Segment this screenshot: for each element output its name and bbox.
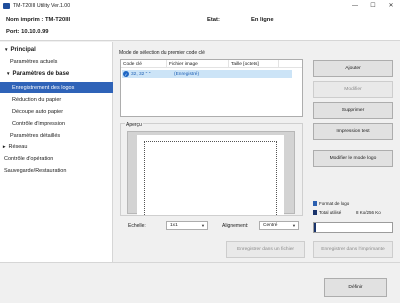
maximize-button[interactable]: ☐ — [364, 0, 382, 11]
change-logo-mode-button[interactable]: Modifier le mode logo — [313, 150, 393, 167]
preview-label: Aperçu — [125, 122, 143, 128]
delete-button[interactable]: Supprimer — [313, 102, 393, 119]
capacity-bar — [313, 222, 393, 233]
nav-label: Enregistrement des logos — [12, 84, 75, 91]
nav-reseau[interactable]: ► Réseau — [0, 141, 113, 152]
logo-list[interactable]: Code clé Fichier image Taille [octets] ✓… — [120, 59, 303, 117]
add-button[interactable]: Ajouter — [313, 60, 393, 77]
alignment-label: Alignement: — [222, 223, 249, 229]
alignment-select[interactable]: Centré ▼ — [259, 221, 299, 230]
total-used-legend: Total utilisé 8 Ko/256 Ko — [313, 209, 381, 215]
total-value: 8 Ko/256 Ko — [356, 209, 381, 215]
nav-label: Paramètres détaillés — [10, 132, 61, 139]
chevron-down-icon: ▼ — [292, 223, 296, 228]
window-title: TM-T20III Utility Ver.1.00 — [13, 2, 71, 9]
alignment-value: Centré — [263, 223, 278, 228]
nav-label: Paramètres de base — [12, 70, 70, 77]
nav-label: Sauvegarde/Restauration — [4, 167, 67, 174]
nav-parametres-actuels[interactable]: Paramètres actuels — [0, 56, 113, 67]
nav-label: Principal — [10, 46, 36, 53]
nav-label: Découpe auto papier — [12, 108, 64, 115]
printer-info-bar: Nom imprim : TM-T20III Port: 10.10.0.99 … — [0, 11, 400, 41]
sidebar-nav: ▼ Principal Paramètres actuels ▼ Paramèt… — [0, 42, 113, 262]
key-code-mode-label: Mode de sélection du premier code clé — [119, 50, 205, 56]
scale-select[interactable]: 1x1 ▼ — [166, 221, 208, 230]
nav-parametres-detailles[interactable]: Paramètres détaillés — [0, 130, 113, 141]
chevron-down-icon: ▼ — [201, 223, 205, 228]
total-swatch — [313, 209, 317, 215]
save-to-file-button[interactable]: Enregistrer dans un fichier — [226, 241, 305, 258]
printer-name: Nom imprim : TM-T20III — [6, 17, 71, 23]
collapse-arrow-icon[interactable]: ▼ — [4, 47, 8, 52]
save-to-printer-button[interactable]: Enregistrer dans l'imprimante — [313, 241, 393, 258]
window-controls: — ☐ ✕ — [346, 0, 400, 11]
column-header-code[interactable]: Code clé — [121, 60, 167, 68]
row-key-code: 32, 32 " " — [131, 71, 151, 77]
modify-button[interactable]: Modifier — [313, 81, 393, 98]
status-label: Etat: — [207, 17, 220, 23]
print-test-button[interactable]: Impression test — [313, 123, 393, 140]
title-bar: TM-T20III Utility Ver.1.00 — ☐ ✕ — [0, 0, 400, 11]
nav-label: Réduction du papier — [12, 96, 62, 103]
nav-controle-impression[interactable]: Contrôle d'impression — [0, 118, 113, 129]
printer-port: Port: 10.10.0.99 — [6, 29, 49, 35]
capacity-fill — [314, 223, 317, 232]
define-button[interactable]: Définir — [324, 278, 387, 297]
format-label: Format de logo — [319, 200, 350, 206]
scale-label: Echelle: — [128, 223, 146, 229]
nav-reduction-papier[interactable]: Réduction du papier — [0, 94, 113, 105]
collapse-arrow-icon[interactable]: ▼ — [6, 71, 10, 76]
logo-format-legend: Format de logo — [313, 200, 349, 206]
format-swatch — [313, 200, 317, 206]
nav-label: Réseau — [8, 143, 28, 150]
scale-value: 1x1 — [170, 223, 178, 228]
row-image-file: (Enregistré) — [174, 71, 200, 77]
checkmark-icon: ✓ — [123, 71, 129, 77]
nav-controle-operation[interactable]: Contrôle d'opération — [0, 153, 113, 164]
logo-list-header: Code clé Fichier image Taille [octets] — [121, 60, 302, 68]
printer-app-icon — [3, 2, 10, 9]
total-label: Total utilisé — [319, 209, 342, 215]
nav-label: Contrôle d'opération — [4, 155, 54, 162]
logo-list-row[interactable]: ✓ 32, 32 " " (Enregistré) — [122, 70, 292, 78]
nav-enregistrement-logos[interactable]: Enregistrement des logos — [0, 82, 113, 93]
logo-print-area — [144, 141, 277, 215]
status-value: En ligne — [251, 17, 274, 23]
minimize-button[interactable]: — — [346, 0, 364, 11]
expand-arrow-icon[interactable]: ► — [2, 144, 6, 149]
nav-label: Paramètres actuels — [10, 58, 58, 65]
column-header-file[interactable]: Fichier image — [167, 60, 229, 68]
nav-parametres-de-base[interactable]: ▼ Paramètres de base — [0, 68, 113, 79]
nav-decoupe-auto[interactable]: Découpe auto papier — [0, 106, 113, 117]
close-button[interactable]: ✕ — [382, 0, 400, 11]
nav-principal[interactable]: ▼ Principal — [0, 44, 113, 55]
nav-sauvegarde-restauration[interactable]: Sauvegarde/Restauration — [0, 165, 113, 176]
nav-label: Contrôle d'impression — [12, 120, 66, 127]
column-header-size[interactable]: Taille [octets] — [229, 60, 279, 68]
